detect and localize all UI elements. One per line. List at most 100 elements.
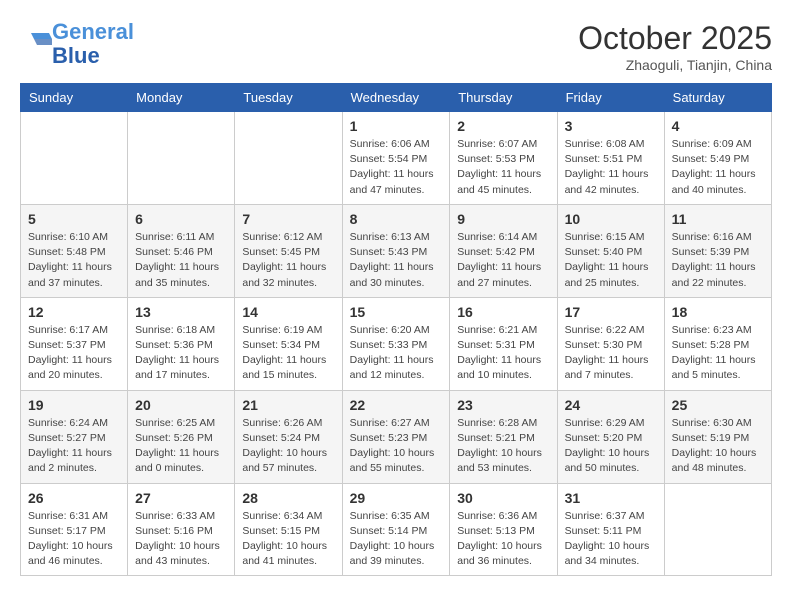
day-number: 16 <box>457 304 549 320</box>
day-number: 17 <box>565 304 657 320</box>
page-header: GeneralBlue October 2025 Zhaoguli, Tianj… <box>20 20 772 73</box>
logo-icon <box>22 27 52 57</box>
day-info: Sunrise: 6:34 AM Sunset: 5:15 PM Dayligh… <box>242 509 334 570</box>
calendar-cell: 7 Sunrise: 6:12 AM Sunset: 5:45 PM Daylig… <box>235 204 342 297</box>
week-row-4: 19 Sunrise: 6:24 AM Sunset: 5:27 PM Dayli… <box>21 390 772 483</box>
day-number: 15 <box>350 304 443 320</box>
week-row-1: 1Sunrise: 6:06 AM Sunset: 5:54 PM Daylig… <box>21 112 772 205</box>
weekday-header-friday: Friday <box>557 84 664 112</box>
calendar-cell: 13 Sunrise: 6:18 AM Sunset: 5:36 PM Dayli… <box>128 297 235 390</box>
calendar-cell <box>235 112 342 205</box>
day-number: 14 <box>242 304 334 320</box>
day-info: Sunrise: 6:22 AM Sunset: 5:30 PM Dayligh… <box>565 323 657 384</box>
day-number: 3 <box>565 118 657 134</box>
calendar-cell: 12Sunrise: 6:17 AM Sunset: 5:37 PM Dayli… <box>21 297 128 390</box>
calendar-cell: 17 Sunrise: 6:22 AM Sunset: 5:30 PM Dayli… <box>557 297 664 390</box>
calendar-title: October 2025 <box>578 20 772 57</box>
day-info: Sunrise: 6:33 AM Sunset: 5:16 PM Dayligh… <box>135 509 227 570</box>
day-info: Sunrise: 6:14 AM Sunset: 5:42 PM Dayligh… <box>457 230 549 291</box>
day-info: Sunrise: 6:29 AM Sunset: 5:20 PM Dayligh… <box>565 416 657 477</box>
calendar-cell: 21 Sunrise: 6:26 AM Sunset: 5:24 PM Dayli… <box>235 390 342 483</box>
calendar-cell: 20 Sunrise: 6:25 AM Sunset: 5:26 PM Dayli… <box>128 390 235 483</box>
calendar-cell: 19 Sunrise: 6:24 AM Sunset: 5:27 PM Dayli… <box>21 390 128 483</box>
day-info: Sunrise: 6:31 AM Sunset: 5:17 PM Dayligh… <box>28 509 120 570</box>
weekday-header-tuesday: Tuesday <box>235 84 342 112</box>
calendar-cell <box>664 483 771 576</box>
week-row-5: 26Sunrise: 6:31 AM Sunset: 5:17 PM Dayli… <box>21 483 772 576</box>
day-number: 28 <box>242 490 334 506</box>
day-number: 22 <box>350 397 443 413</box>
day-number: 29 <box>350 490 443 506</box>
day-number: 19 <box>28 397 120 413</box>
calendar-cell: 29 Sunrise: 6:35 AM Sunset: 5:14 PM Dayli… <box>342 483 450 576</box>
calendar-table: SundayMondayTuesdayWednesdayThursdayFrid… <box>20 83 772 576</box>
logo-text: GeneralBlue <box>52 20 134 68</box>
week-row-3: 12Sunrise: 6:17 AM Sunset: 5:37 PM Dayli… <box>21 297 772 390</box>
day-number: 24 <box>565 397 657 413</box>
day-info: Sunrise: 6:27 AM Sunset: 5:23 PM Dayligh… <box>350 416 443 477</box>
day-number: 9 <box>457 211 549 227</box>
day-info: Sunrise: 6:18 AM Sunset: 5:36 PM Dayligh… <box>135 323 227 384</box>
day-info: Sunrise: 6:35 AM Sunset: 5:14 PM Dayligh… <box>350 509 443 570</box>
day-number: 25 <box>672 397 764 413</box>
weekday-header-sunday: Sunday <box>21 84 128 112</box>
day-number: 31 <box>565 490 657 506</box>
day-info: Sunrise: 6:19 AM Sunset: 5:34 PM Dayligh… <box>242 323 334 384</box>
weekday-header-row: SundayMondayTuesdayWednesdayThursdayFrid… <box>21 84 772 112</box>
day-info: Sunrise: 6:21 AM Sunset: 5:31 PM Dayligh… <box>457 323 549 384</box>
calendar-cell: 25 Sunrise: 6:30 AM Sunset: 5:19 PM Dayli… <box>664 390 771 483</box>
calendar-cell: 30 Sunrise: 6:36 AM Sunset: 5:13 PM Dayli… <box>450 483 557 576</box>
day-info: Sunrise: 6:24 AM Sunset: 5:27 PM Dayligh… <box>28 416 120 477</box>
day-info: Sunrise: 6:20 AM Sunset: 5:33 PM Dayligh… <box>350 323 443 384</box>
day-number: 20 <box>135 397 227 413</box>
day-number: 18 <box>672 304 764 320</box>
day-info: Sunrise: 6:12 AM Sunset: 5:45 PM Dayligh… <box>242 230 334 291</box>
day-info: Sunrise: 6:08 AM Sunset: 5:51 PM Dayligh… <box>565 137 657 198</box>
calendar-cell: 5Sunrise: 6:10 AM Sunset: 5:48 PM Daylig… <box>21 204 128 297</box>
calendar-cell: 22 Sunrise: 6:27 AM Sunset: 5:23 PM Dayli… <box>342 390 450 483</box>
day-info: Sunrise: 6:26 AM Sunset: 5:24 PM Dayligh… <box>242 416 334 477</box>
calendar-subtitle: Zhaoguli, Tianjin, China <box>578 57 772 73</box>
calendar-cell: 27 Sunrise: 6:33 AM Sunset: 5:16 PM Dayli… <box>128 483 235 576</box>
day-number: 30 <box>457 490 549 506</box>
calendar-cell: 15 Sunrise: 6:20 AM Sunset: 5:33 PM Dayli… <box>342 297 450 390</box>
calendar-cell: 2Sunrise: 6:07 AM Sunset: 5:53 PM Daylig… <box>450 112 557 205</box>
calendar-cell: 4Sunrise: 6:09 AM Sunset: 5:49 PM Daylig… <box>664 112 771 205</box>
calendar-cell: 24 Sunrise: 6:29 AM Sunset: 5:20 PM Dayli… <box>557 390 664 483</box>
day-number: 11 <box>672 211 764 227</box>
calendar-cell: 6 Sunrise: 6:11 AM Sunset: 5:46 PM Daylig… <box>128 204 235 297</box>
calendar-cell: 14 Sunrise: 6:19 AM Sunset: 5:34 PM Dayli… <box>235 297 342 390</box>
day-number: 23 <box>457 397 549 413</box>
calendar-cell <box>21 112 128 205</box>
day-number: 21 <box>242 397 334 413</box>
day-number: 8 <box>350 211 443 227</box>
day-info: Sunrise: 6:36 AM Sunset: 5:13 PM Dayligh… <box>457 509 549 570</box>
calendar-cell: 23Sunrise: 6:28 AM Sunset: 5:21 PM Dayli… <box>450 390 557 483</box>
day-info: Sunrise: 6:10 AM Sunset: 5:48 PM Dayligh… <box>28 230 120 291</box>
day-number: 10 <box>565 211 657 227</box>
week-row-2: 5Sunrise: 6:10 AM Sunset: 5:48 PM Daylig… <box>21 204 772 297</box>
calendar-cell: 26Sunrise: 6:31 AM Sunset: 5:17 PM Dayli… <box>21 483 128 576</box>
weekday-header-thursday: Thursday <box>450 84 557 112</box>
day-number: 27 <box>135 490 227 506</box>
calendar-cell: 16 Sunrise: 6:21 AM Sunset: 5:31 PM Dayli… <box>450 297 557 390</box>
day-number: 7 <box>242 211 334 227</box>
day-number: 13 <box>135 304 227 320</box>
calendar-cell: 31Sunrise: 6:37 AM Sunset: 5:11 PM Dayli… <box>557 483 664 576</box>
calendar-cell: 11Sunrise: 6:16 AM Sunset: 5:39 PM Dayli… <box>664 204 771 297</box>
calendar-cell: 28 Sunrise: 6:34 AM Sunset: 5:15 PM Dayli… <box>235 483 342 576</box>
day-info: Sunrise: 6:25 AM Sunset: 5:26 PM Dayligh… <box>135 416 227 477</box>
day-info: Sunrise: 6:09 AM Sunset: 5:49 PM Dayligh… <box>672 137 764 198</box>
day-number: 12 <box>28 304 120 320</box>
day-number: 6 <box>135 211 227 227</box>
calendar-cell: 18Sunrise: 6:23 AM Sunset: 5:28 PM Dayli… <box>664 297 771 390</box>
weekday-header-wednesday: Wednesday <box>342 84 450 112</box>
logo: GeneralBlue <box>20 20 134 68</box>
day-info: Sunrise: 6:11 AM Sunset: 5:46 PM Dayligh… <box>135 230 227 291</box>
calendar-cell: 1Sunrise: 6:06 AM Sunset: 5:54 PM Daylig… <box>342 112 450 205</box>
title-area: October 2025 Zhaoguli, Tianjin, China <box>578 20 772 73</box>
calendar-cell: 8 Sunrise: 6:13 AM Sunset: 5:43 PM Daylig… <box>342 204 450 297</box>
day-info: Sunrise: 6:13 AM Sunset: 5:43 PM Dayligh… <box>350 230 443 291</box>
day-info: Sunrise: 6:30 AM Sunset: 5:19 PM Dayligh… <box>672 416 764 477</box>
calendar-cell <box>128 112 235 205</box>
